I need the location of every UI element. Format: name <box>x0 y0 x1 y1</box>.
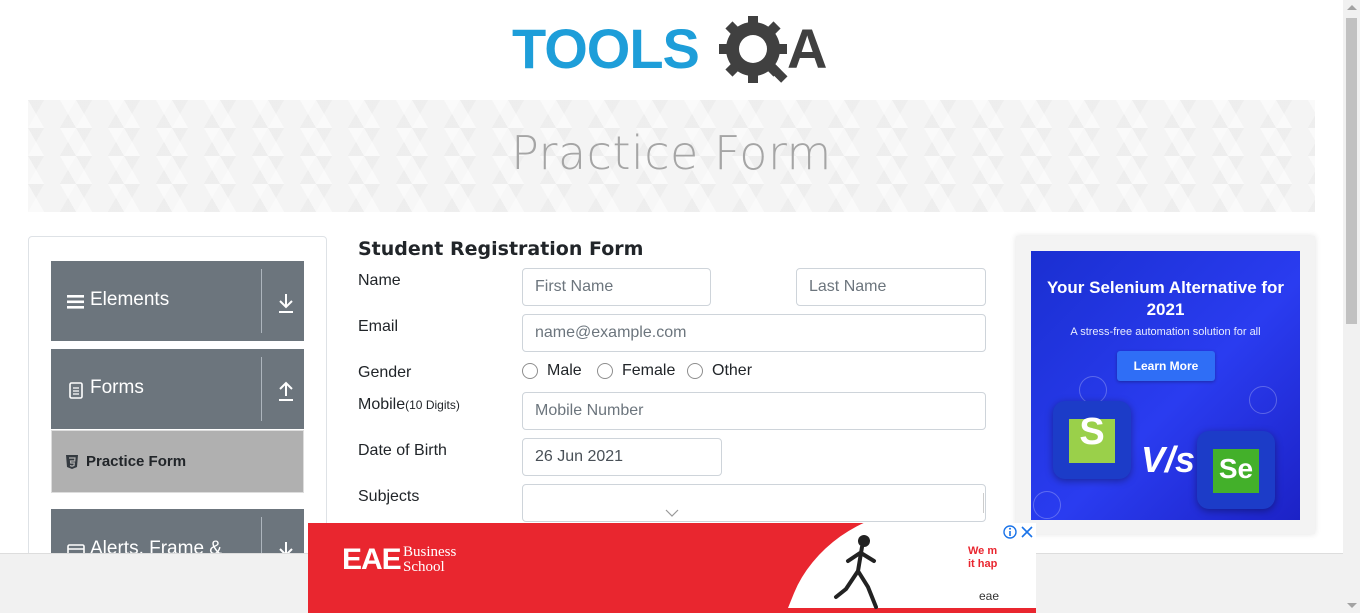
mobile-label: Mobile(10 Digits) <box>358 396 460 414</box>
sidebar-group-label: Forms <box>90 377 144 398</box>
sidebar: Elements Forms Practice Form Alerts, Fra… <box>28 236 327 576</box>
radio-circle[interactable] <box>687 363 703 379</box>
logo-se-text: Se <box>1218 453 1254 484</box>
last-name-input[interactable]: Last Name <box>796 268 986 306</box>
divider <box>983 493 984 513</box>
logo-text-tools: TOOLS <box>512 17 699 80</box>
gender-radio-other[interactable]: Other <box>687 362 752 380</box>
logo-text-a: A <box>787 17 827 80</box>
scroll-down-icon[interactable] <box>1347 603 1357 608</box>
gear-icon <box>719 15 788 83</box>
page: TOOLS A Practice Form Elements Forms Pra… <box>0 0 1360 613</box>
scroll-up-icon[interactable] <box>1347 5 1357 10</box>
gender-radio-male[interactable]: Male <box>522 362 582 380</box>
email-input[interactable]: name@example.com <box>522 314 986 352</box>
document-icon <box>69 382 83 399</box>
toolsqa-logo[interactable]: TOOLS A <box>512 15 837 90</box>
page-banner: Practice Form <box>28 100 1315 212</box>
gender-label: Gender <box>358 364 412 381</box>
vs-text: V/s <box>1141 439 1196 480</box>
dob-label: Date of Birth <box>358 442 447 459</box>
radio-label: Male <box>547 362 582 379</box>
mobile-input[interactable]: Mobile Number <box>522 392 986 430</box>
ad-subline: A stress-free automation solution for al… <box>1070 326 1261 338</box>
ad-brand-sub-2: School <box>403 559 445 575</box>
sidebar-item-practice-form[interactable]: Practice Form <box>51 430 304 493</box>
gender-radio-female[interactable]: Female <box>597 362 675 380</box>
decor-circle <box>1079 376 1107 404</box>
close-icon[interactable] <box>1019 524 1035 540</box>
logo-s-text: S <box>1079 411 1105 453</box>
decor-circle <box>1033 491 1061 519</box>
form-title: Student Registration Form <box>358 238 644 260</box>
ad-brand: EAE <box>342 543 402 576</box>
ad-brand-sub: Business School <box>403 545 456 575</box>
radio-label: Other <box>712 362 753 379</box>
ad-tagline: We m it hap <box>968 545 997 571</box>
first-name-input[interactable]: First Name <box>522 268 711 306</box>
ad-banner[interactable]: Your Selenium Alternative for 2021 A str… <box>1031 251 1300 520</box>
adchoices-icon[interactable] <box>1002 524 1018 540</box>
email-label: Email <box>358 318 399 335</box>
ad-brand-sub-1: Business <box>403 544 457 560</box>
selenium-logo-icon: Se <box>1197 431 1275 509</box>
mobile-hint: (10 Digits) <box>405 398 460 412</box>
list-icon <box>67 295 84 309</box>
html5-icon <box>66 455 78 469</box>
runner-image <box>834 535 878 609</box>
toolsqa-logo-graphic: TOOLS A <box>512 15 827 83</box>
decor-circle <box>1249 386 1277 414</box>
page-scrollbar[interactable] <box>1343 0 1360 613</box>
ad-site-text: eae <box>979 589 1000 603</box>
name-label: Name <box>358 272 401 289</box>
advertisement-bottom[interactable]: EAE Business School We m it hap eae <box>308 523 1036 613</box>
arrow-down-icon <box>279 294 293 313</box>
ad-tagline-2: it hap <box>968 558 998 570</box>
page-title: Practice Form <box>511 126 832 180</box>
advertisement-right[interactable]: Your Selenium Alternative for 2021 A str… <box>1016 236 1315 534</box>
radio-circle[interactable] <box>597 363 613 379</box>
learn-more-button[interactable]: Learn More <box>1117 351 1215 381</box>
divider <box>261 269 262 333</box>
chevron-down-icon <box>665 509 679 517</box>
katalon-logo-icon: S <box>1053 401 1131 479</box>
radio-circle[interactable] <box>522 363 538 379</box>
ad-tagline-1: We m <box>968 545 998 557</box>
subjects-label: Subjects <box>358 488 420 505</box>
date-of-birth-input[interactable]: 26 Jun 2021 <box>522 438 722 476</box>
arrow-up-icon <box>279 381 293 401</box>
sidebar-group-label: Elements <box>90 289 170 310</box>
sidebar-item-label: Practice Form <box>86 453 187 470</box>
mobile-label-text: Mobile <box>358 396 406 413</box>
subjects-input[interactable] <box>522 484 986 522</box>
sidebar-group-forms[interactable]: Forms <box>51 349 304 429</box>
scrollbar-thumb[interactable] <box>1346 18 1357 324</box>
sidebar-group-elements[interactable]: Elements <box>51 261 304 341</box>
divider <box>261 357 262 421</box>
radio-label: Female <box>622 362 676 379</box>
ad-headline: Your Selenium Alternative for 2021 <box>1046 278 1285 319</box>
